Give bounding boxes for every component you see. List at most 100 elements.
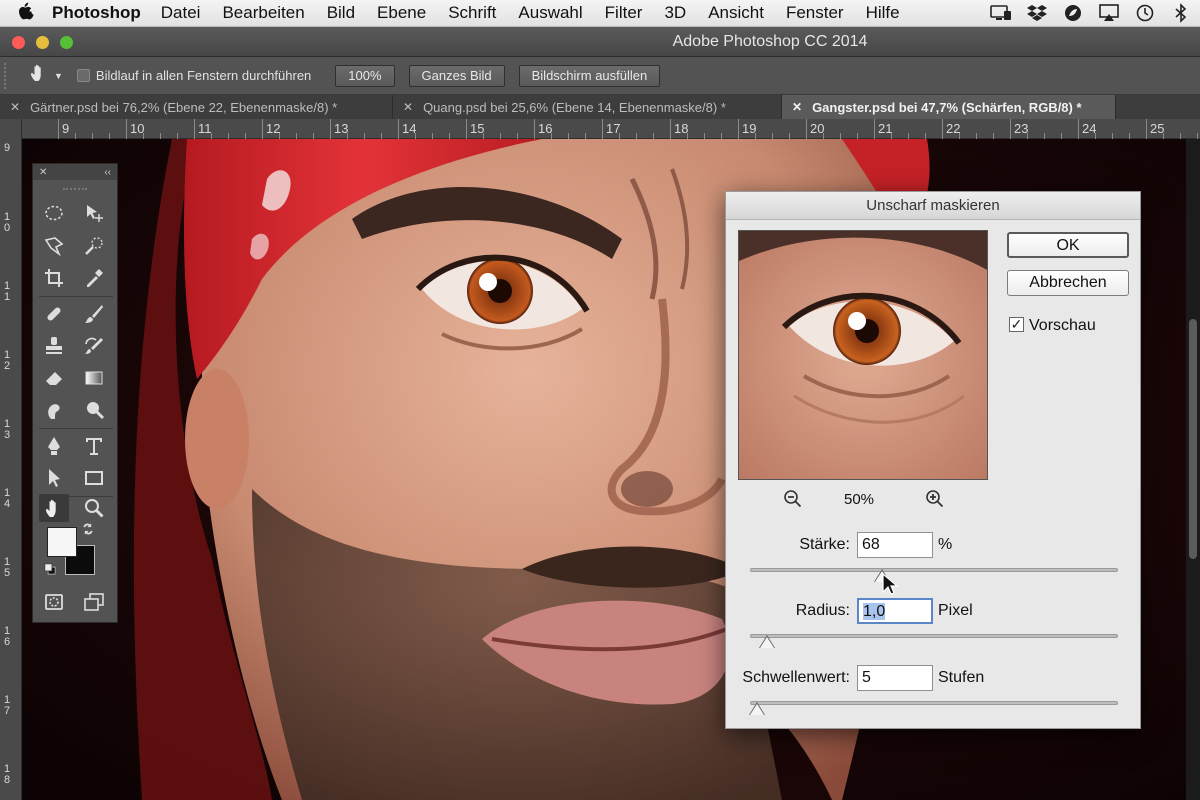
screen-mode-icon[interactable]	[79, 588, 109, 616]
pen-tool-icon[interactable]	[39, 432, 69, 460]
unsharp-mask-dialog: Unscharf maskieren OK Abbrechen ✓ Vorsch…	[725, 191, 1141, 729]
eraser-tool-icon[interactable]	[39, 364, 69, 392]
radius-slider-thumb[interactable]	[759, 636, 774, 648]
menu-datei[interactable]: Datei	[161, 3, 201, 23]
threshold-slider-thumb[interactable]	[750, 703, 765, 715]
threshold-label: Schwellenwert:	[742, 669, 850, 686]
tools-panel: ✕ ‹‹	[32, 163, 118, 623]
menu-ebene[interactable]: Ebene	[377, 3, 426, 23]
airplay-icon[interactable]	[1098, 3, 1120, 23]
menu-app-name[interactable]: Photoshop	[52, 3, 141, 23]
menu-schrift[interactable]: Schrift	[448, 3, 496, 23]
close-tab-icon[interactable]: ✕	[403, 100, 413, 114]
ruler-tick-label: 14	[4, 487, 11, 510]
healing-brush-tool-icon[interactable]	[39, 300, 69, 328]
zoom-in-icon[interactable]	[925, 489, 945, 513]
tool-preset-caret-icon[interactable]: ▼	[54, 71, 63, 81]
gradient-tool-icon[interactable]	[79, 364, 109, 392]
preview-checkbox-label: Vorschau	[1029, 317, 1096, 334]
rectangle-tool-icon[interactable]	[79, 464, 109, 492]
dialog-title[interactable]: Unscharf maskieren	[726, 192, 1140, 220]
preview-eye-image	[739, 231, 987, 479]
zoom-tool-icon[interactable]	[79, 494, 109, 522]
amount-slider-track[interactable]	[750, 568, 1118, 572]
collapse-panel-icon[interactable]: ‹‹	[104, 167, 111, 178]
radius-input[interactable]: 1,0	[857, 598, 933, 624]
vertical-ruler[interactable]: 9 10 11 12 13 14 15 16 17 18	[0, 119, 22, 800]
dropbox-icon[interactable]	[1026, 3, 1048, 23]
close-tab-icon[interactable]: ✕	[792, 100, 802, 114]
history-brush-tool-icon[interactable]	[79, 332, 109, 360]
default-colors-icon[interactable]	[41, 560, 59, 578]
quick-mask-icon[interactable]	[39, 588, 69, 616]
scroll-all-windows-checkbox[interactable]	[76, 69, 90, 82]
radius-input-selection: 1,0	[863, 603, 886, 620]
tab-quang[interactable]: ✕ Quang.psd bei 25,6% (Ebene 14, Ebenenm…	[393, 95, 782, 119]
swap-colors-icon[interactable]	[79, 520, 97, 538]
amount-input[interactable]: 68	[857, 532, 933, 558]
move-tool-icon[interactable]	[79, 199, 109, 227]
options-bar-grip[interactable]	[4, 62, 10, 89]
bluetooth-icon[interactable]	[1170, 3, 1192, 23]
display-icon[interactable]	[990, 3, 1012, 23]
tab-gangster[interactable]: ✕ Gangster.psd bei 47,7% (Schärfen, RGB/…	[782, 95, 1116, 119]
document-tabs: ✕ Gärtner.psd bei 76,2% (Ebene 22, Ebene…	[0, 95, 1200, 119]
tab-label: Gärtner.psd bei 76,2% (Ebene 22, Ebenenm…	[30, 99, 338, 115]
brush-tool-icon[interactable]	[79, 300, 109, 328]
hand-tool-preset-icon[interactable]	[24, 63, 54, 88]
menu-bearbeiten[interactable]: Bearbeiten	[222, 3, 304, 23]
smudge-tool-icon[interactable]	[39, 396, 69, 424]
menu-hilfe[interactable]: Hilfe	[866, 3, 900, 23]
ruler-tick: 22	[942, 119, 960, 139]
menu-3d[interactable]: 3D	[664, 3, 686, 23]
menu-ansicht[interactable]: Ansicht	[708, 3, 764, 23]
scrollbar-thumb[interactable]	[1189, 319, 1197, 559]
ruler-tick: 10	[126, 119, 144, 139]
ruler-tick-label: 11	[198, 121, 212, 136]
hand-tool-icon[interactable]	[39, 494, 69, 522]
menu-filter[interactable]: Filter	[605, 3, 643, 23]
ruler-tick: 20	[806, 119, 824, 139]
tools-panel-grip[interactable]	[63, 180, 87, 190]
crop-tool-icon[interactable]	[39, 264, 69, 292]
leaf-icon[interactable]	[1062, 3, 1084, 23]
tools-panel-header[interactable]: ✕ ‹‹	[33, 164, 117, 180]
close-panel-icon[interactable]: ✕	[39, 167, 47, 178]
zoom-out-icon[interactable]	[783, 489, 803, 513]
clone-stamp-tool-icon[interactable]	[39, 332, 69, 360]
preview-checkbox[interactable]: ✓	[1009, 317, 1024, 332]
radius-slider-track[interactable]	[750, 634, 1118, 638]
ruler-tick-label: 11	[4, 280, 11, 303]
dodge-tool-icon[interactable]	[79, 396, 109, 424]
time-machine-icon[interactable]	[1134, 3, 1156, 23]
ok-button[interactable]: OK	[1007, 232, 1129, 258]
tab-label: Quang.psd bei 25,6% (Ebene 14, Ebenenmas…	[423, 99, 726, 115]
close-tab-icon[interactable]: ✕	[10, 100, 20, 114]
type-tool-icon[interactable]	[79, 432, 109, 460]
actual-pixels-button[interactable]: 100%	[335, 64, 395, 87]
filter-preview[interactable]	[738, 230, 988, 480]
marquee-tool-icon[interactable]	[39, 199, 69, 227]
canvas-vertical-scrollbar[interactable]	[1186, 139, 1200, 800]
threshold-input[interactable]: 5	[857, 665, 933, 691]
fill-screen-button[interactable]: Bildschirm ausfüllen	[518, 64, 661, 87]
ruler-tick-label: 13	[4, 418, 11, 441]
menu-bild[interactable]: Bild	[327, 3, 355, 23]
ruler-tick: 15	[466, 119, 484, 139]
path-selection-tool-icon[interactable]	[39, 464, 69, 492]
quick-selection-tool-icon[interactable]	[79, 232, 109, 260]
lasso-tool-icon[interactable]	[39, 232, 69, 260]
menu-auswahl[interactable]: Auswahl	[518, 3, 582, 23]
horizontal-ruler[interactable]: 9 10 11 12 13 14 15 16 17 18 19 20 21 22 23 24 25	[22, 119, 1200, 139]
tab-gaertner[interactable]: ✕ Gärtner.psd bei 76,2% (Ebene 22, Ebene…	[0, 95, 393, 119]
eyedropper-tool-icon[interactable]	[79, 264, 109, 292]
foreground-color-swatch[interactable]	[47, 527, 77, 557]
ruler-tick-label: 16	[4, 625, 11, 648]
ruler-tick: 18	[670, 119, 688, 139]
threshold-slider-track[interactable]	[750, 701, 1118, 705]
apple-icon[interactable]	[0, 2, 52, 25]
cancel-button[interactable]: Abbrechen	[1007, 270, 1129, 296]
fit-screen-button[interactable]: Ganzes Bild	[408, 64, 505, 87]
menu-fenster[interactable]: Fenster	[786, 3, 844, 23]
ruler-tick: 21	[874, 119, 892, 139]
